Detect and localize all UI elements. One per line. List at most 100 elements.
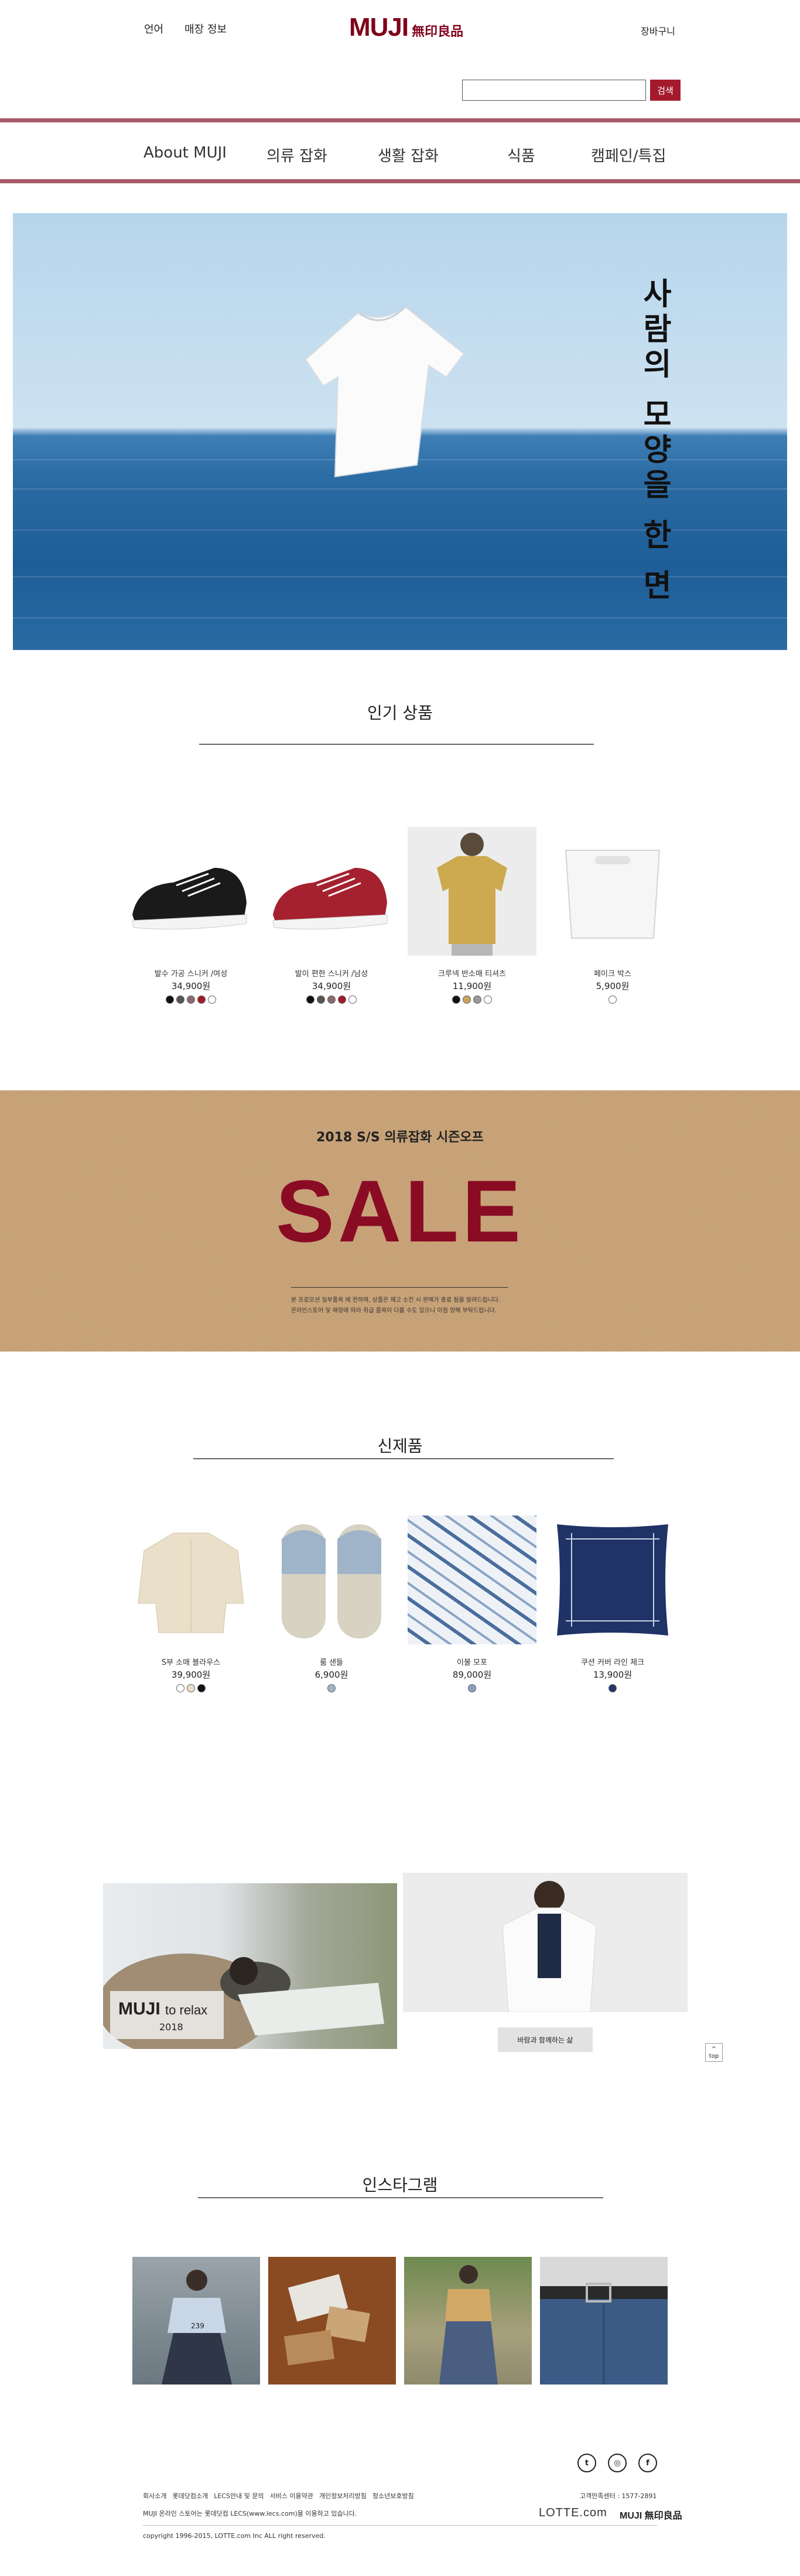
product-price: 13,900원: [593, 1670, 633, 1680]
product-card[interactable]: 크루넥 반소매 티셔츠 11,900원: [408, 827, 536, 1004]
blouse-image: [127, 1516, 255, 1644]
chevron-up-icon: ^: [711, 2046, 717, 2052]
instagram-divider: [198, 2197, 603, 2198]
swatch[interactable]: [608, 995, 617, 1004]
color-swatches: [267, 1684, 396, 1692]
swatch[interactable]: [327, 1684, 336, 1692]
product-price: 89,000원: [452, 1670, 492, 1680]
customer-service: 고객만족센터 : 1577-2891: [580, 2492, 657, 2500]
cushion-cover-image: [548, 1516, 677, 1644]
instagram-icon[interactable]: ◎: [608, 2454, 627, 2472]
twitter-icon[interactable]: t: [577, 2454, 596, 2472]
nav-food[interactable]: 식품: [507, 144, 535, 166]
color-swatches: [548, 1684, 677, 1692]
store-info-link[interactable]: 매장 정보: [184, 21, 227, 36]
room-sandals-image: [267, 1516, 396, 1644]
muji-logo[interactable]: MUJI 無印良品: [349, 13, 463, 42]
instagram-photo[interactable]: [268, 2257, 396, 2385]
footer-link[interactable]: 개인정보처리방침: [319, 2491, 367, 2500]
color-swatches: [267, 995, 396, 1004]
instagram-photo[interactable]: [404, 2257, 532, 2385]
swatch[interactable]: [468, 1684, 476, 1692]
header-divider-top: [0, 118, 800, 122]
sale-banner[interactable]: 2018 S/S 의류잡화 시즌오프 SALE 본 프로모션 일부품목 에 한하…: [0, 1090, 800, 1352]
product-price: 34,900원: [312, 981, 351, 991]
tshirt-image: [305, 306, 465, 478]
hero-banner[interactable]: 사람의 모양을 한 면: [13, 213, 787, 650]
cart-link[interactable]: 장바구니: [641, 23, 675, 37]
swatch[interactable]: [317, 995, 325, 1004]
footer-links: 회사소개 롯데닷컴소개 LECS안내 및 문의 서비스 이용약관 개인정보처리방…: [143, 2491, 414, 2500]
nav-clothing[interactable]: 의류 잡화: [266, 144, 327, 166]
product-price: 11,900원: [452, 981, 492, 991]
popular-title: 인기 상품: [367, 703, 433, 723]
logo-text-en: MUJI: [349, 13, 409, 42]
swatch[interactable]: [608, 1684, 617, 1692]
color-swatches: [408, 995, 536, 1004]
swatch[interactable]: [338, 995, 346, 1004]
search-input[interactable]: [462, 80, 646, 101]
facebook-icon[interactable]: f: [638, 2454, 657, 2472]
sale-divider: [291, 1287, 508, 1288]
instagram-photo[interactable]: [540, 2257, 668, 2385]
product-name: 룸 샌들: [319, 1658, 343, 1667]
product-name: 발이 편한 스니커 /남성: [295, 970, 368, 979]
product-card[interactable]: 룸 샌들 6,900원: [267, 1516, 396, 1692]
footer-link[interactable]: 서비스 이용약관: [270, 2491, 313, 2500]
fake-box-image: [548, 827, 677, 956]
product-name: 발수 가공 스니커 /여성: [154, 970, 228, 979]
color-swatches: [548, 995, 677, 1004]
product-card[interactable]: 발수 가공 스니커 /여성 34,900원: [127, 827, 255, 1004]
swatch[interactable]: [463, 995, 471, 1004]
top-utility-nav: 언어 매장 정보: [144, 21, 227, 36]
product-name: S부 소매 블라우스: [161, 1658, 221, 1667]
header-divider-bottom: [0, 179, 800, 183]
new-title: 신제품: [377, 1436, 423, 1456]
product-card[interactable]: S부 소매 블라우스 39,900원: [127, 1516, 255, 1692]
language-link[interactable]: 언어: [144, 21, 163, 36]
swatch[interactable]: [176, 995, 184, 1004]
footer-link[interactable]: 롯데닷컴소개: [172, 2491, 208, 2500]
nav-about-muji[interactable]: About MUJI: [143, 144, 227, 162]
search-button[interactable]: 검색: [650, 80, 681, 101]
wind-life-button[interactable]: 바람과 함께하는 삶: [498, 2027, 593, 2052]
footer-link[interactable]: 회사소개: [143, 2491, 166, 2500]
product-card[interactable]: 발이 편한 스니커 /남성 34,900원: [267, 827, 396, 1004]
product-card[interactable]: 이불 모포 89,000원: [408, 1516, 536, 1692]
swatch[interactable]: [484, 995, 492, 1004]
product-card[interactable]: 페이크 박스 5,900원: [548, 827, 677, 1004]
color-swatches: [127, 995, 255, 1004]
product-name: 크루넥 반소매 티셔츠: [438, 970, 506, 979]
sale-subtitle: 2018 S/S 의류잡화 시즌오프: [316, 1130, 484, 1145]
color-swatches: [127, 1684, 255, 1692]
swatch[interactable]: [327, 995, 336, 1004]
footer-muji-logo[interactable]: MUJI 無印良品: [620, 2507, 682, 2522]
swatch[interactable]: [452, 995, 460, 1004]
nav-campaign[interactable]: 캠페인/특집: [591, 144, 666, 166]
swatch[interactable]: [187, 1684, 195, 1692]
swatch[interactable]: [348, 995, 357, 1004]
wind-campaign-image[interactable]: [403, 1873, 688, 2012]
instagram-title: 인스타그램: [362, 2175, 438, 2195]
relax-title: MUJI to relax: [118, 1999, 207, 2019]
swatch[interactable]: [166, 995, 174, 1004]
top-label: top: [709, 2053, 719, 2060]
product-price: 5,900원: [596, 981, 630, 991]
swatch[interactable]: [208, 995, 216, 1004]
swatch[interactable]: [306, 995, 314, 1004]
instagram-photo[interactable]: 239: [132, 2257, 260, 2385]
swatch[interactable]: [197, 995, 206, 1004]
product-price: 34,900원: [171, 981, 211, 991]
swatch[interactable]: [176, 1684, 184, 1692]
footer-link[interactable]: 청소년보호방침: [372, 2491, 414, 2500]
scroll-top-button[interactable]: ^ top: [705, 2043, 723, 2062]
swatch[interactable]: [187, 995, 195, 1004]
swatch[interactable]: [473, 995, 481, 1004]
blanket-image: [408, 1516, 536, 1644]
lotte-logo[interactable]: LOTTE.com: [539, 2506, 607, 2520]
nav-living[interactable]: 생활 잡화: [378, 144, 439, 166]
product-card[interactable]: 쿠션 커버 라인 체크 13,900원: [548, 1516, 677, 1692]
footer-link[interactable]: LECS안내 및 문의: [214, 2491, 264, 2500]
swatch[interactable]: [197, 1684, 206, 1692]
product-name: 이불 모포: [457, 1658, 487, 1667]
